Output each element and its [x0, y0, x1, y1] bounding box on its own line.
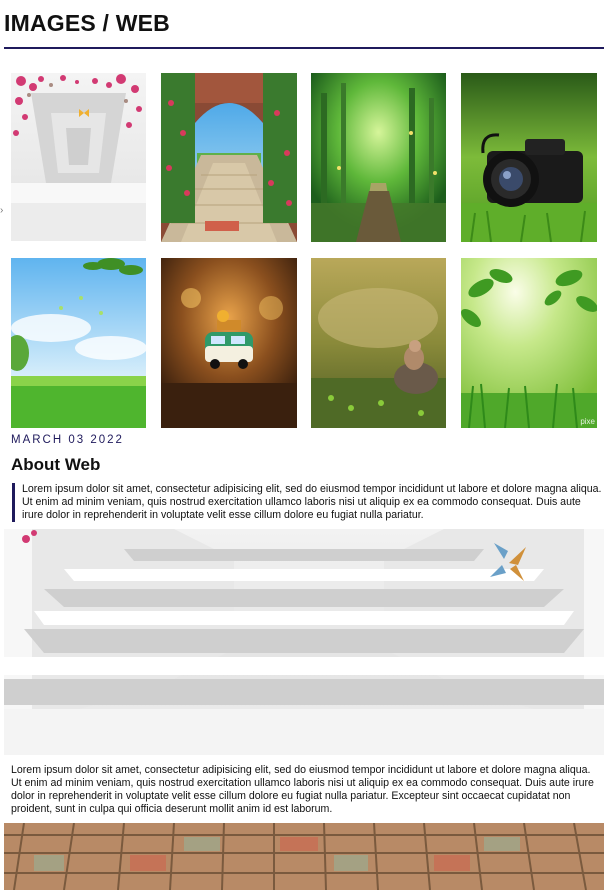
watermark-text: pixe [580, 417, 595, 426]
gallery-image-forest-path[interactable] [311, 73, 446, 242]
gallery-image-meadow[interactable] [11, 258, 146, 428]
gallery-image-leaves-grass[interactable]: pixe [461, 258, 597, 428]
hero-image-corridor [4, 529, 604, 755]
gallery-image-flower-corridor[interactable] [11, 73, 146, 241]
post-blockquote: Lorem ipsum dolor sit amet, consectetur … [12, 483, 602, 522]
post-heading: About Web [11, 455, 101, 474]
gallery-image-garden-gate[interactable] [161, 73, 297, 242]
page-title: IMAGES / WEB [4, 10, 170, 36]
post-date: MARCH 03 2022 [11, 434, 124, 446]
page: IMAGES / WEB › pixe MARCH 03 2022 About … [0, 0, 608, 890]
title-divider [4, 47, 604, 49]
bottom-image-brick-path [4, 823, 604, 890]
post-body-text: Lorem ipsum dolor sit amet, consectetur … [11, 764, 594, 815]
gallery-image-figurine[interactable] [311, 258, 446, 428]
gallery-image-camera[interactable] [461, 73, 597, 242]
gallery-image-toy-van[interactable] [161, 258, 297, 428]
carousel-prev-icon[interactable]: › [0, 205, 3, 216]
